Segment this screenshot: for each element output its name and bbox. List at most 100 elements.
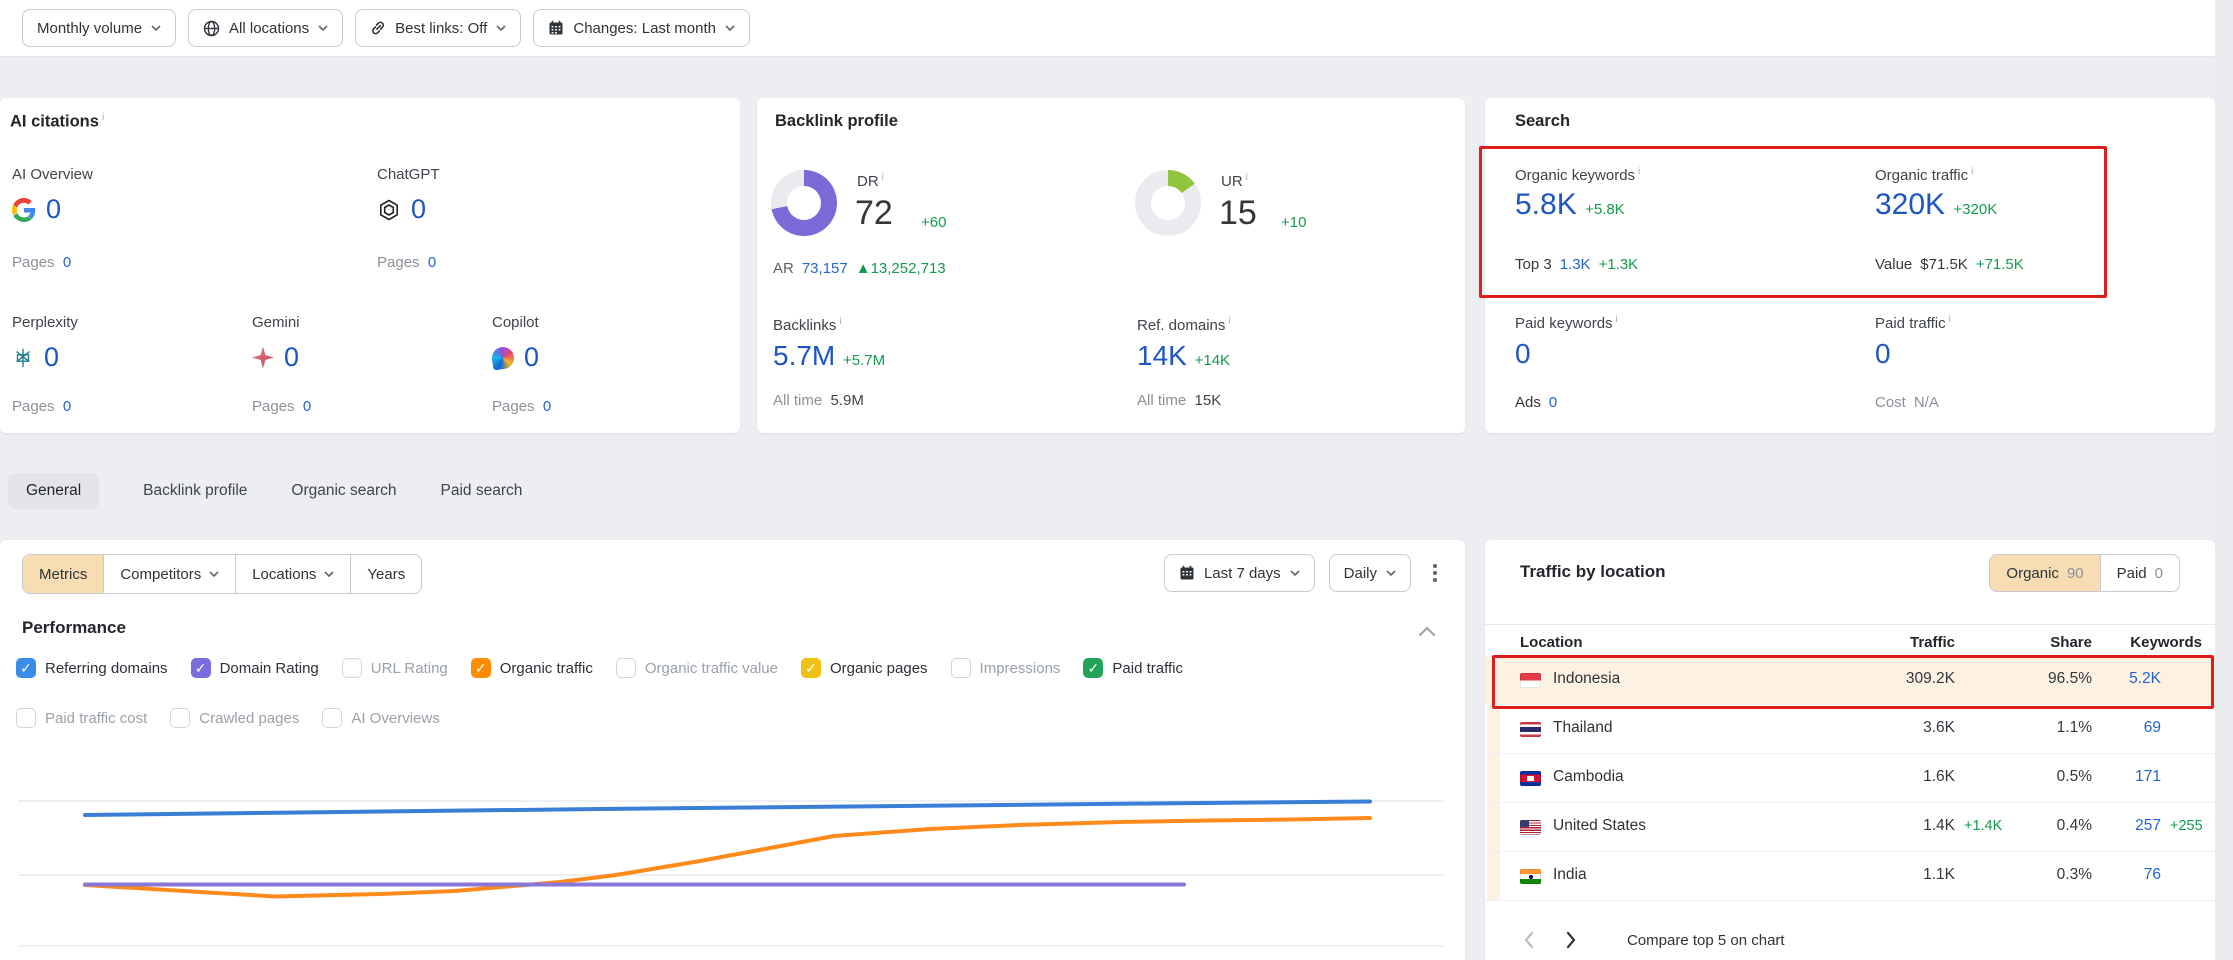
best-links-label: Best links: Off: [395, 20, 487, 37]
segment-locations[interactable]: Locations: [235, 555, 350, 593]
dr-donut-chart: [771, 170, 837, 236]
backlinks-value[interactable]: 5.7M +5.7M: [773, 340, 885, 372]
info-icon[interactable]: i: [1638, 166, 1640, 177]
ai-overview-pages: Pages 0: [12, 254, 71, 271]
granularity-dropdown[interactable]: Daily: [1329, 554, 1411, 592]
paid-keywords-value[interactable]: 0: [1515, 338, 1531, 370]
keywords-link[interactable]: 69: [2075, 719, 2161, 737]
info-icon[interactable]: i: [1246, 172, 1248, 183]
segment-years[interactable]: Years: [350, 555, 421, 593]
location-name: Thailand: [1553, 719, 1612, 737]
column-header-location[interactable]: Location: [1520, 634, 1583, 651]
location-name: Cambodia: [1553, 768, 1624, 786]
compare-top5-button[interactable]: Compare top 5 on chart: [1627, 932, 1785, 949]
more-options-kebab-menu[interactable]: [1425, 558, 1445, 588]
chevron-down-icon: [1386, 570, 1396, 576]
perplexity-value-row: 0: [12, 342, 59, 373]
organic-keywords-value[interactable]: 5.8K +5.8K: [1515, 188, 1625, 222]
info-icon[interactable]: i: [1616, 314, 1618, 325]
dr-change: +60: [921, 214, 946, 231]
date-range-label: Last 7 days: [1204, 565, 1281, 582]
page-scrollbar[interactable]: [2215, 0, 2233, 960]
info-icon[interactable]: i: [1971, 166, 1973, 177]
tab-organic-search[interactable]: Organic search: [291, 473, 396, 509]
table-row-indonesia[interactable]: Indonesia 309.2K 96.5% 5.2K: [1485, 656, 2215, 705]
ai-overview-count[interactable]: 0: [46, 194, 61, 225]
changes-dropdown[interactable]: Changes: Last month: [533, 9, 750, 47]
paid-traffic-subline: Cost N/A: [1875, 394, 1939, 411]
copilot-value-row: 0: [492, 342, 539, 373]
toggle-organic[interactable]: Organic90: [1990, 555, 2099, 591]
tab-paid-search[interactable]: Paid search: [441, 473, 523, 509]
performance-line-chart[interactable]: [0, 768, 1445, 960]
info-icon[interactable]: i: [1228, 316, 1230, 327]
metric-toggle-organic-traffic-value[interactable]: Organic traffic value: [616, 658, 778, 678]
metric-toggle-crawled-pages[interactable]: Crawled pages: [170, 708, 299, 728]
perplexity-count[interactable]: 0: [44, 342, 59, 373]
table-row-cambodia[interactable]: Cambodia 1.6K 0.5% 171: [1485, 754, 2215, 803]
organic-paid-toggle: Organic90 Paid0: [1989, 554, 2180, 592]
ads-value-link[interactable]: 0: [1549, 394, 1557, 411]
gemini-count[interactable]: 0: [284, 342, 299, 373]
segment-metrics[interactable]: Metrics: [23, 555, 103, 593]
flag-icon-united-states: [1520, 820, 1541, 835]
best-links-dropdown[interactable]: Best links: Off: [355, 9, 521, 47]
info-icon[interactable]: i: [882, 172, 884, 183]
organic-keywords-label: Organic keywordsi: [1515, 166, 1640, 184]
ar-line: AR 73,157 ▲13,252,713: [773, 260, 946, 277]
column-header-traffic[interactable]: Traffic: [1815, 634, 1955, 651]
table-row-thailand[interactable]: Thailand 3.6K 1.1% 69: [1485, 705, 2215, 754]
pagination-prev-icon[interactable]: [1515, 926, 1543, 954]
paid-keywords-subline: Ads 0: [1515, 394, 1557, 411]
metric-toggle-url-rating[interactable]: URL Rating: [342, 658, 448, 678]
metric-toggle-domain-rating[interactable]: Domain Rating: [191, 658, 319, 678]
column-header-keywords[interactable]: Keywords: [2116, 634, 2202, 651]
copilot-pages: Pages 0: [492, 398, 551, 415]
paid-traffic-value[interactable]: 0: [1875, 338, 1891, 370]
calendar-icon: [548, 20, 564, 36]
traffic-value: 1.4K: [1815, 817, 1955, 835]
tab-backlink-profile[interactable]: Backlink profile: [143, 473, 247, 509]
metric-toggle-paid-traffic-cost[interactable]: Paid traffic cost: [16, 708, 147, 728]
toggle-paid[interactable]: Paid0: [2100, 555, 2179, 591]
metric-toggle-impressions[interactable]: Impressions: [951, 658, 1061, 678]
table-row-united-states[interactable]: United States 1.4K +1.4K 0.4% 257 +255: [1485, 803, 2215, 852]
performance-title: Performance: [22, 618, 126, 638]
monthly-volume-dropdown[interactable]: Monthly volume: [22, 9, 176, 47]
keywords-link[interactable]: 76: [2075, 866, 2161, 884]
calendar-icon: [1179, 565, 1195, 581]
perplexity-label: Perplexity: [12, 314, 78, 331]
chatgpt-count[interactable]: 0: [411, 194, 426, 225]
copilot-count[interactable]: 0: [524, 342, 539, 373]
table-row-india[interactable]: India 1.1K 0.3% 76: [1485, 852, 2215, 901]
all-locations-dropdown[interactable]: All locations: [188, 9, 343, 47]
organic-traffic-value[interactable]: 320K +320K: [1875, 188, 1997, 222]
keywords-link[interactable]: 257: [2075, 817, 2161, 835]
location-name: India: [1553, 866, 1587, 884]
metric-toggle-referring-domains[interactable]: Referring domains: [16, 658, 168, 678]
checkbox-unchecked-icon: [322, 708, 342, 728]
ar-value-link[interactable]: 73,157: [802, 260, 848, 277]
collapse-chevron-up-icon[interactable]: [1418, 626, 1436, 637]
metric-toggle-organic-traffic[interactable]: Organic traffic: [471, 658, 593, 678]
tab-general[interactable]: General: [8, 473, 99, 509]
ref-domains-value[interactable]: 14K +14K: [1137, 340, 1230, 372]
report-tabs: General Backlink profile Organic search …: [8, 473, 522, 509]
metric-toggle-ai-overviews[interactable]: AI Overviews: [322, 708, 439, 728]
info-icon[interactable]: i: [1949, 314, 1951, 325]
metric-toggle-organic-pages[interactable]: Organic pages: [801, 658, 928, 678]
top3-value-link[interactable]: 1.3K: [1560, 256, 1591, 273]
column-header-share[interactable]: Share: [1995, 634, 2092, 651]
date-range-dropdown[interactable]: Last 7 days: [1164, 554, 1315, 592]
chevron-down-icon: [151, 25, 161, 31]
segment-competitors[interactable]: Competitors: [103, 555, 235, 593]
flag-icon-indonesia: [1520, 673, 1541, 688]
info-icon[interactable]: i: [102, 112, 104, 123]
keywords-link[interactable]: 5.2K: [2075, 670, 2161, 688]
pagination-next-icon[interactable]: [1557, 926, 1585, 954]
chatgpt-label: ChatGPT: [377, 166, 440, 183]
keywords-link[interactable]: 171: [2075, 768, 2161, 786]
info-icon[interactable]: i: [839, 316, 841, 327]
flag-icon-cambodia: [1520, 771, 1541, 786]
metric-toggle-paid-traffic[interactable]: Paid traffic: [1083, 658, 1183, 678]
